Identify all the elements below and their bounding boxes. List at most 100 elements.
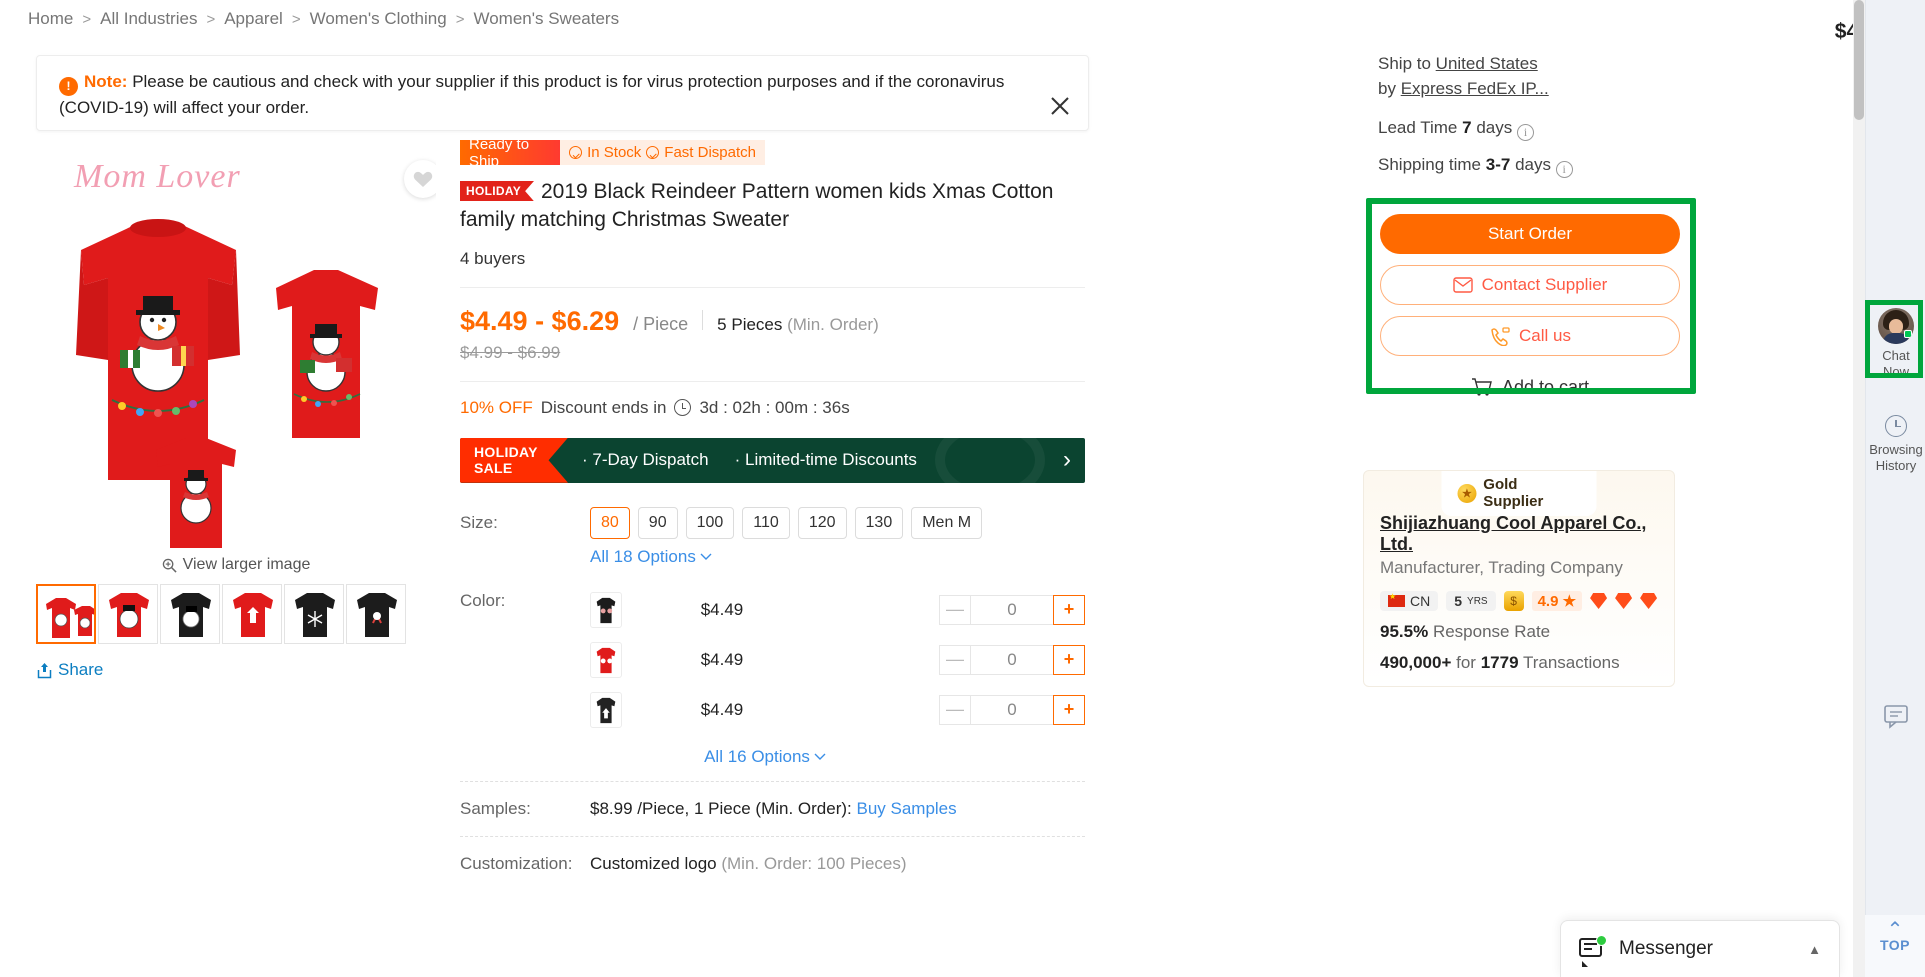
thumbnail-5[interactable]: [346, 584, 406, 644]
shipping-time-label: Shipping time: [1378, 155, 1482, 175]
info-icon[interactable]: i: [1516, 124, 1534, 142]
response-rate-stat: 95.5% Response Rate: [1380, 622, 1674, 642]
scrollbar-thumb[interactable]: [1854, 0, 1864, 120]
add-to-cart-button[interactable]: Add to cart: [1380, 367, 1680, 407]
all-size-options-label: All 18 Options: [590, 546, 696, 566]
chevron-right-icon[interactable]: ›: [1063, 448, 1071, 472]
contact-supplier-button[interactable]: Contact Supplier: [1380, 265, 1680, 305]
chat-now-button[interactable]: Chat Now: [1866, 298, 1925, 391]
all-color-options-label: All 16 Options: [704, 746, 810, 766]
all-size-options-link[interactable]: All 18 Options: [590, 547, 712, 567]
years-suffix: YRS: [1467, 595, 1488, 607]
minus-icon[interactable]: —: [939, 644, 971, 675]
promo-item-list: · 7-Day Dispatch · Limited-time Discount…: [582, 450, 917, 470]
thumbnail-3[interactable]: [222, 584, 282, 644]
plus-icon[interactable]: +: [1053, 594, 1085, 625]
heart-icon: [413, 171, 433, 187]
breadcrumb-item-womens-clothing[interactable]: Women's Clothing: [310, 9, 447, 29]
size-option-men-m[interactable]: Men M: [911, 506, 983, 539]
min-order-qty: 5 Pieces: [717, 314, 783, 334]
divider-1: [460, 286, 1085, 288]
ship-by-method[interactable]: Express FedEx IP...: [1401, 79, 1549, 98]
plus-icon[interactable]: +: [1053, 694, 1085, 725]
chevron-down-icon: [814, 753, 826, 760]
size-option-130[interactable]: 130: [854, 506, 904, 539]
supplier-name-link[interactable]: Shijiazhuang Cool Apparel Co., Ltd.: [1380, 513, 1674, 555]
size-option-110[interactable]: 110: [742, 506, 790, 539]
holiday-sale-banner[interactable]: HOLIDAY SALE · 7-Day Dispatch · Limited-…: [460, 437, 1085, 483]
samples-value: $8.99 /Piece, 1 Piece (Min. Order): Buy …: [590, 799, 957, 819]
gold-supplier-badge: ★ Gold Supplier: [1441, 471, 1597, 516]
call-us-button[interactable]: Call us: [1380, 316, 1680, 356]
phone-icon: [1491, 326, 1510, 346]
start-order-button[interactable]: Start Order: [1380, 214, 1680, 254]
size-option-80[interactable]: 80: [590, 506, 630, 539]
red-sweater-swatch[interactable]: [590, 641, 622, 678]
quantity-value-0[interactable]: 0: [971, 594, 1053, 625]
ready-to-ship-tag: Ready to Ship: [460, 136, 561, 170]
breadcrumb-item-all-industries[interactable]: All Industries: [100, 9, 197, 29]
buy-samples-link[interactable]: Buy Samples: [856, 799, 956, 818]
quantity-value-1[interactable]: 0: [971, 644, 1053, 675]
quantity-value-2[interactable]: 0: [971, 694, 1053, 725]
caret-up-icon[interactable]: ▲: [1808, 942, 1821, 957]
page-scrollbar[interactable]: [1853, 0, 1865, 977]
color-section: Color: $4.49 — 0 + $4.49 — 0 + $4.49 — 0…: [460, 585, 1085, 767]
start-order-label: Start Order: [1487, 224, 1573, 243]
messenger-bar[interactable]: Messenger ▲: [1560, 920, 1840, 977]
all-color-options-link[interactable]: All 16 Options: [704, 747, 826, 767]
share-button[interactable]: Share: [36, 660, 436, 680]
thumbnail-2[interactable]: [160, 584, 220, 644]
breadcrumb-separator: >: [82, 10, 92, 28]
favorite-button[interactable]: [404, 160, 436, 198]
view-larger-label: View larger image: [182, 556, 311, 573]
minus-icon[interactable]: —: [939, 594, 971, 625]
breadcrumb-item-womens-sweaters[interactable]: Women's Sweaters: [473, 9, 619, 29]
breadcrumb-item-apparel[interactable]: Apparel: [224, 9, 283, 29]
feedback-icon[interactable]: [1881, 700, 1911, 730]
product-gallery: Mom Lover View larger image Share: [36, 150, 436, 680]
product-title: HOLIDAY 2019 Black Reindeer Pattern women…: [460, 178, 1085, 235]
ship-to-country[interactable]: United States: [1436, 54, 1538, 73]
customization-label: Customization:: [460, 853, 573, 873]
main-product-image[interactable]: Mom Lover: [36, 150, 436, 550]
thumbnail-1[interactable]: [98, 584, 158, 644]
size-option-120[interactable]: 120: [797, 506, 847, 539]
ship-status-tags: Ready to Ship In Stock Fast Dispatch: [460, 136, 765, 170]
size-option-100[interactable]: 100: [685, 506, 735, 539]
back-to-top-button[interactable]: ⌃ TOP: [1865, 915, 1925, 977]
product-specs: Size: 80 90 100 110 120 130 Men M All 18…: [460, 506, 1085, 891]
info-icon[interactable]: i: [1555, 161, 1573, 179]
black-sweater-swatch[interactable]: [590, 591, 622, 628]
diamond-icon-3: [1640, 593, 1658, 609]
quantity-stepper-2: — 0 +: [939, 694, 1085, 725]
banner-decoration: [935, 437, 1045, 483]
black-sweater-swatch-2[interactable]: [590, 691, 622, 728]
close-icon[interactable]: [1046, 92, 1074, 120]
min-order: 5 Pieces (Min. Order): [717, 315, 879, 335]
right-side-rail: Chat Now Browsing History ⌃ TOP: [1865, 0, 1925, 977]
browsing-history-button[interactable]: Browsing History: [1866, 405, 1925, 485]
quantity-stepper-1: — 0 +: [939, 644, 1085, 675]
customization-min-order: (Min. Order: 100 Pieces): [721, 853, 907, 873]
thumbnail-4[interactable]: [284, 584, 344, 644]
min-order-label: (Min. Order): [787, 314, 879, 334]
plus-icon[interactable]: +: [1053, 644, 1085, 675]
minus-icon[interactable]: —: [939, 694, 971, 725]
breadcrumb: Home > All Industries > Apparel > Women'…: [0, 0, 1925, 36]
size-label: Size:: [460, 512, 498, 532]
view-larger-image-button[interactable]: View larger image: [36, 556, 436, 574]
lead-time-line: Lead Time 7 days i: [1378, 116, 1696, 142]
gold-supplier-label: Gold Supplier: [1483, 476, 1544, 510]
quantity-stepper-0: — 0 +: [939, 594, 1085, 625]
size-row: Size: 80 90 100 110 120 130 Men M All 18…: [460, 506, 1085, 567]
share-label: Share: [58, 660, 104, 679]
promo-item-0: · 7-Day Dispatch: [582, 450, 709, 470]
shipping-time-line: Shipping time 3-7 days i: [1378, 153, 1696, 179]
lead-time-unit: days: [1476, 118, 1513, 138]
shipping-panel: Ship to United States by Express FedEx I…: [1378, 52, 1696, 179]
breadcrumb-item-home[interactable]: Home: [28, 9, 73, 29]
transactions-stat: 490,000+ for 1779 Transactions: [1380, 653, 1674, 673]
size-option-90[interactable]: 90: [637, 506, 678, 539]
thumbnail-0[interactable]: [36, 584, 96, 644]
